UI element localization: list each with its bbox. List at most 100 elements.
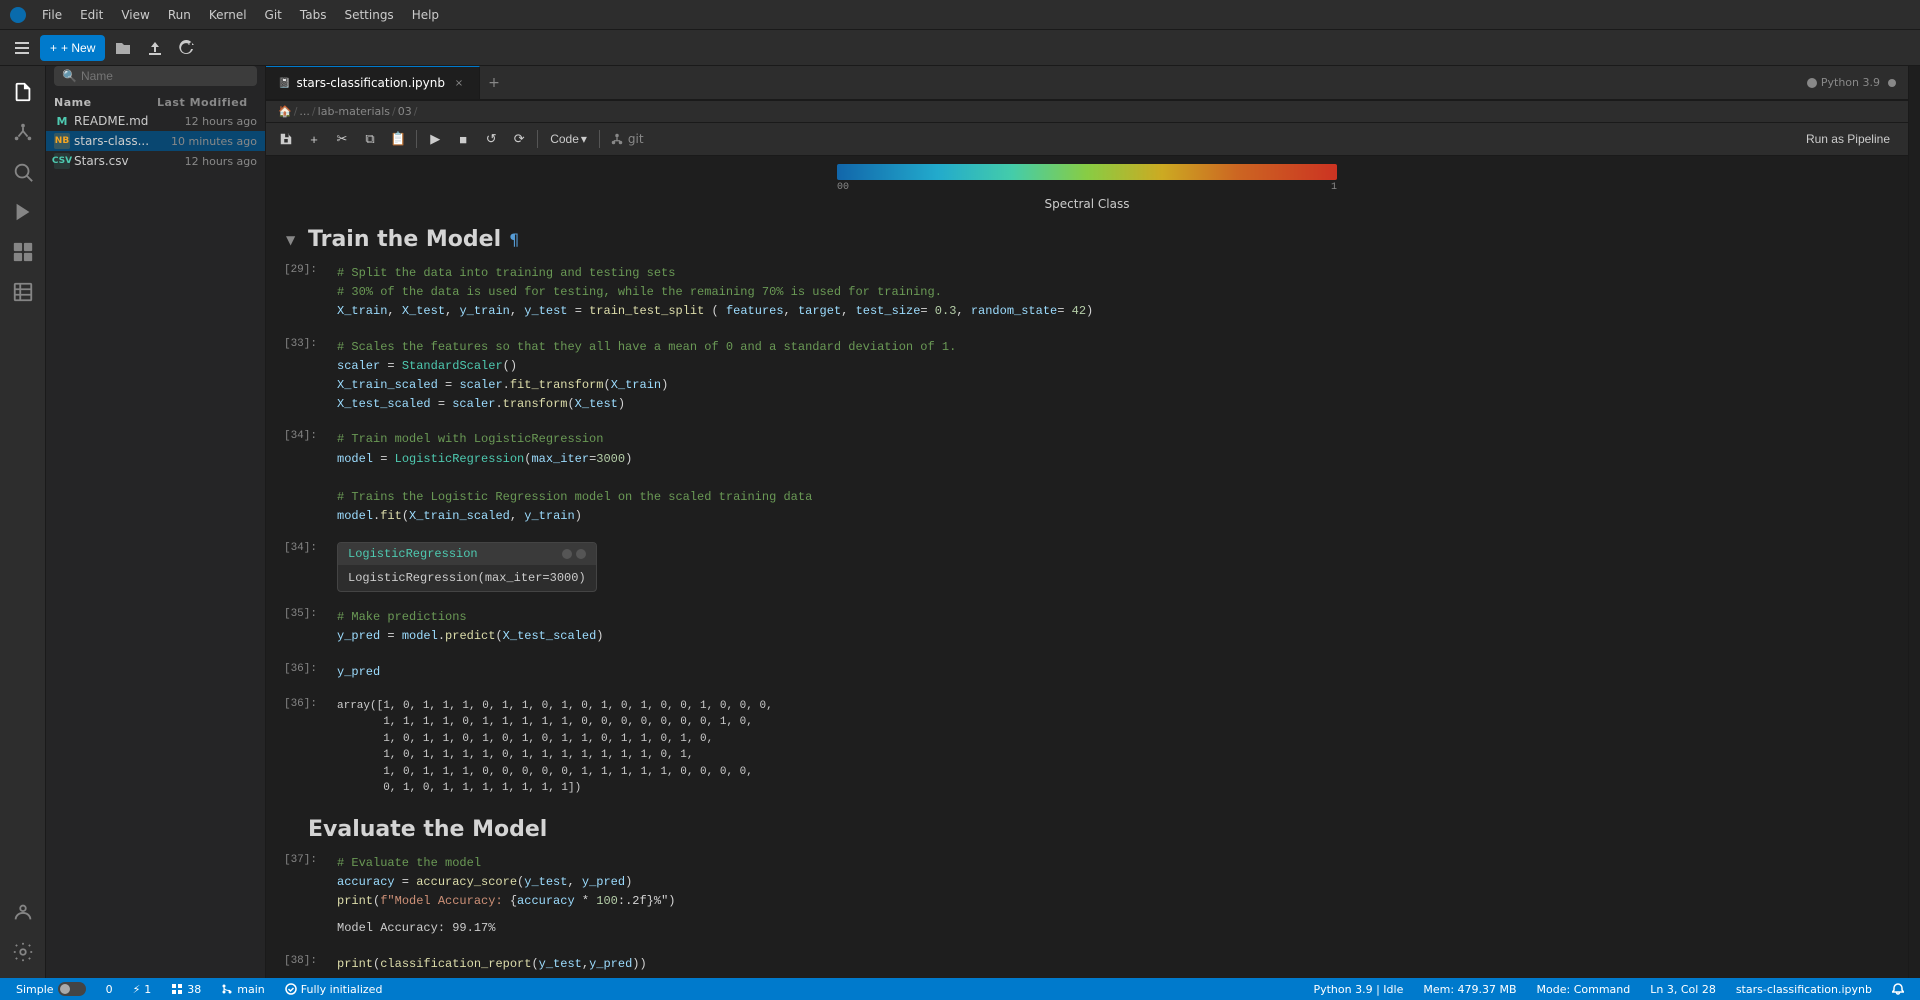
status-cell-count[interactable]: 38 (167, 983, 205, 996)
collapse-button[interactable]: ▼ (286, 233, 302, 247)
cell-number-35: [35]: (269, 604, 329, 620)
open-button[interactable] (109, 34, 137, 62)
activity-bar (0, 66, 46, 978)
notebook-content[interactable]: 0 0 1 Spectral Class ▼ Train the Model ¶… (266, 156, 1908, 978)
menu-file[interactable]: File (34, 6, 70, 24)
activity-extensions-icon[interactable] (5, 234, 41, 270)
new-button[interactable]: + + New (40, 35, 105, 61)
status-initialized[interactable]: Fully initialized (281, 983, 387, 996)
toolbar-separator-3 (599, 130, 600, 148)
status-notifications-icon[interactable] (1888, 983, 1908, 995)
file-modified-csv: 12 hours ago (162, 155, 257, 168)
status-line-col[interactable]: Ln 3, Col 28 (1646, 983, 1720, 996)
git-status: git (610, 132, 644, 146)
add-cell-button[interactable]: + (302, 127, 326, 151)
menu-git[interactable]: Git (257, 6, 290, 24)
git-label: git (628, 132, 644, 146)
breadcrumb-home[interactable]: 🏠 (278, 105, 292, 118)
cell-content-38[interactable]: print(classification_report(y_test,y_pre… (329, 951, 1908, 978)
main-toolbar: + + New (0, 30, 1920, 66)
cell-content-37[interactable]: # Evaluate the model accuracy = accuracy… (329, 850, 1908, 943)
breadcrumb-lab-materials[interactable]: lab-materials (318, 105, 390, 118)
tab-close-button[interactable]: × (451, 75, 467, 91)
tab-notebook[interactable]: 📓 stars-classification.ipynb × (266, 66, 480, 100)
activity-run-icon[interactable] (5, 194, 41, 230)
cell-number-36b: [36]: (269, 694, 329, 710)
refresh-button[interactable] (173, 34, 201, 62)
search-icon: 🔍 (62, 69, 77, 83)
simple-toggle[interactable] (58, 982, 86, 996)
cell-content-34[interactable]: # Train model with LogisticRegression mo… (329, 426, 1908, 530)
status-memory[interactable]: Mem: 479.37 MB (1419, 983, 1520, 996)
tab-add-button[interactable]: + (480, 69, 508, 97)
save-button[interactable] (274, 127, 298, 151)
file-tree-header: Name Last Modified (46, 94, 265, 111)
restart-kernel-button[interactable]: ↺ (479, 127, 503, 151)
status-zero[interactable]: 0 (102, 983, 117, 996)
menu-kernel[interactable]: Kernel (201, 6, 255, 24)
train-model-heading-cell: ▼ Train the Model ¶ (266, 215, 1908, 256)
cell-content-29[interactable]: # Split the data into training and testi… (329, 260, 1908, 326)
breadcrumb-ellipsis[interactable]: ... (299, 105, 310, 118)
toolbar-separator-1 (416, 130, 417, 148)
logistic-regression-output[interactable]: LogisticRegression LogisticRegression(ma… (337, 542, 597, 592)
array-output-36: array([1, 0, 1, 1, 1, 0, 1, 1, 0, 1, 0, … (329, 694, 1908, 801)
branch-label: main (237, 983, 264, 996)
menu-help[interactable]: Help (404, 6, 447, 24)
right-scrollbar[interactable] (1908, 66, 1920, 978)
cell-number-36a: [36]: (269, 659, 329, 675)
train-model-heading: Train the Model (308, 227, 501, 252)
menu-edit[interactable]: Edit (72, 6, 111, 24)
search-box[interactable]: 🔍 (54, 66, 257, 86)
status-simple[interactable]: Simple (12, 982, 90, 996)
stop-kernel-button[interactable]: ■ (451, 127, 475, 151)
main-layout: 🔍 Name Last Modified M README.md 12 hour… (0, 66, 1920, 978)
cell-content-36a[interactable]: y_pred (329, 659, 1908, 686)
status-one[interactable]: ⚡ 1 (129, 983, 156, 996)
breadcrumb-03[interactable]: 03 (398, 105, 412, 118)
status-mode[interactable]: Mode: Command (1533, 983, 1635, 996)
chart-title: Spectral Class (1045, 197, 1130, 211)
cell-type-dropdown[interactable]: Code ▾ (544, 130, 593, 148)
activity-table-icon[interactable] (5, 274, 41, 310)
content-area: 📓 stars-classification.ipynb × + Python … (266, 66, 1908, 978)
file-row-csv[interactable]: CSV Stars.csv 12 hours ago (46, 151, 265, 171)
search-input[interactable] (81, 69, 211, 83)
activity-settings-icon[interactable] (5, 934, 41, 970)
cell-content-33[interactable]: # Scales the features so that they all h… (329, 334, 1908, 419)
menu-settings[interactable]: Settings (336, 6, 401, 24)
name-column-header: Name (54, 96, 157, 109)
run-pipeline-button[interactable]: Run as Pipeline (1796, 128, 1900, 150)
activity-people-icon[interactable] (5, 894, 41, 930)
status-filename[interactable]: stars-classification.ipynb (1732, 983, 1876, 996)
status-one-icon: ⚡ (133, 983, 141, 996)
file-row-notebook[interactable]: NB stars-class... 10 minutes ago (46, 131, 265, 151)
menu-run[interactable]: Run (160, 6, 199, 24)
cut-cell-button[interactable]: ✂ (330, 127, 354, 151)
status-python-idle[interactable]: Python 3.9 | Idle (1309, 983, 1407, 996)
menu-view[interactable]: View (113, 6, 157, 24)
python-indicator: Python 3.9 (1807, 76, 1880, 89)
run-cell-button[interactable]: ▶ (423, 127, 447, 151)
cell-content-35[interactable]: # Make predictions y_pred = model.predic… (329, 604, 1908, 650)
cell-number-29: [29]: (269, 260, 329, 276)
copy-cell-button[interactable]: ⧉ (358, 127, 382, 151)
cell-content-34b: LogisticRegression LogisticRegression(ma… (329, 538, 1908, 596)
menu-tabs[interactable]: Tabs (292, 6, 335, 24)
chart-axis-1: 1 (1331, 182, 1337, 193)
status-branch[interactable]: main (217, 983, 268, 996)
file-row-readme[interactable]: M README.md 12 hours ago (46, 111, 265, 131)
menu-bar: File Edit View Run Kernel Git Tabs Setti… (0, 0, 1920, 30)
file-name-csv: Stars.csv (74, 154, 158, 168)
restart-run-button[interactable]: ⟳ (507, 127, 531, 151)
sidebar-toggle-button[interactable] (8, 34, 36, 62)
cell-number-33: [33]: (269, 334, 329, 350)
activity-git-icon[interactable] (5, 114, 41, 150)
python-idle-label: Python 3.9 | Idle (1313, 983, 1403, 996)
activity-files-icon[interactable] (5, 74, 41, 110)
activity-search-icon[interactable] (5, 154, 41, 190)
paste-cell-button[interactable]: 📋 (386, 127, 410, 151)
simple-label: Simple (16, 983, 54, 996)
status-one-label: 1 (144, 983, 151, 996)
upload-button[interactable] (141, 34, 169, 62)
